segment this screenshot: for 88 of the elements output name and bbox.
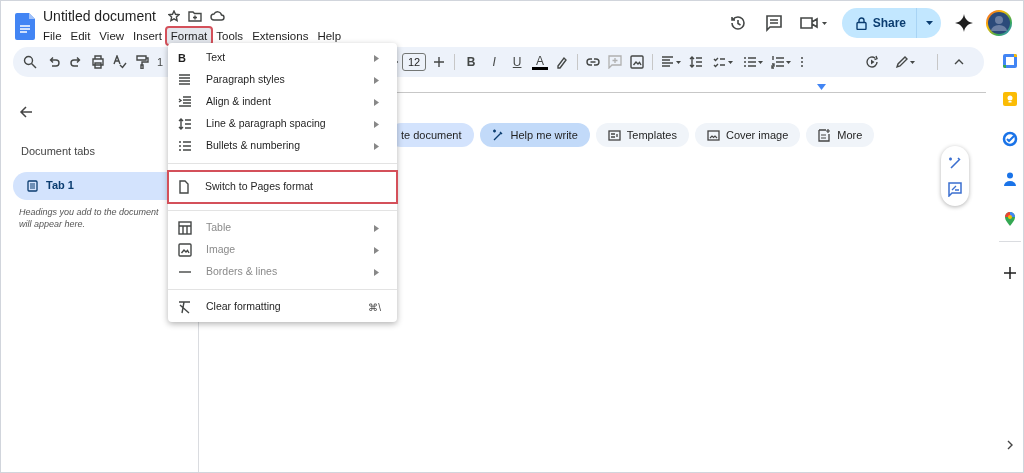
increase-font-icon[interactable] (432, 55, 447, 69)
document-title[interactable]: Untitled document (43, 9, 156, 23)
suggestion-chip[interactable]: More (806, 123, 875, 147)
lock-icon (855, 16, 867, 30)
menu-item[interactable]: Tools (212, 28, 248, 44)
line-spacing-icon (178, 117, 192, 131)
document-icon (27, 179, 38, 192)
submenu-arrow-icon (374, 76, 379, 84)
menu-item[interactable]: Extensions (248, 28, 313, 44)
menu-item[interactable]: View (95, 28, 129, 44)
menu-item[interactable]: Format (166, 28, 212, 44)
menu-item[interactable]: Paragraph styles (168, 69, 397, 91)
suggestion-chip[interactable]: Cover image (694, 123, 801, 147)
cloud-icon[interactable] (209, 10, 225, 22)
numbered-list-icon[interactable] (771, 55, 792, 69)
highlighter-icon[interactable] (555, 55, 570, 69)
submenu-arrow-icon (374, 268, 379, 276)
menu-item[interactable]: Help (313, 28, 346, 44)
comment-icon[interactable] (764, 14, 783, 32)
template-icon (607, 128, 621, 142)
table-icon (178, 221, 192, 235)
menu-item[interactable]: Edit (66, 28, 95, 44)
menu-item: Image (168, 239, 397, 261)
sidebar-heading: Document tabs (21, 144, 95, 159)
spellcheck-icon[interactable] (113, 55, 127, 69)
font-size-field[interactable]: 12 (402, 53, 427, 71)
paragraph-icon (178, 73, 192, 87)
add-icon[interactable] (1002, 266, 1017, 280)
magic-pen-icon[interactable] (947, 155, 963, 171)
underline-button[interactable]: U (509, 53, 526, 71)
folder-icon[interactable] (187, 10, 202, 22)
menu-item[interactable]: B Text (168, 47, 397, 69)
calendar-icon[interactable] (1001, 53, 1018, 69)
zoom-value[interactable]: 1 (157, 53, 164, 71)
playback-icon[interactable] (865, 55, 880, 69)
image-icon (706, 128, 720, 142)
chat-edit-icon[interactable] (947, 181, 963, 197)
image-icon (178, 243, 192, 257)
submenu-arrow-icon (374, 224, 379, 232)
submenu-arrow-icon (374, 142, 379, 150)
suggestion-chip[interactable]: Templates (595, 123, 689, 147)
sparkle-icon[interactable] (955, 14, 973, 32)
italic-button[interactable]: I (486, 53, 503, 71)
history-icon[interactable] (728, 14, 747, 32)
search-icon[interactable] (23, 55, 37, 69)
magic-pen-icon (491, 128, 505, 142)
clear-format-icon (178, 300, 192, 314)
submenu-arrow-icon (374, 98, 379, 106)
outline-hint: Headings you add to the document will appear here. (19, 205, 160, 230)
menu-item[interactable]: File (39, 28, 66, 44)
image-icon[interactable] (630, 55, 645, 69)
align-icon[interactable] (661, 55, 682, 69)
video-camera-icon[interactable] (798, 14, 827, 32)
submenu-arrow-icon (374, 120, 379, 128)
redo-icon[interactable] (69, 55, 83, 69)
bulleted-list-icon[interactable] (743, 55, 764, 69)
menu-item[interactable]: Align & indent (168, 91, 397, 113)
caret-icon (925, 21, 933, 25)
suggestion-chip[interactable]: Help me write (479, 123, 590, 147)
person-icon[interactable] (1001, 171, 1018, 187)
page-icon (177, 180, 191, 194)
menu-item: Borders & lines (168, 261, 397, 283)
indent-marker-icon[interactable] (817, 84, 826, 90)
link-icon[interactable] (586, 55, 601, 69)
bold-button[interactable]: B (463, 53, 480, 71)
line-spacing-icon[interactable] (689, 55, 704, 69)
menu-item[interactable]: Insert (129, 28, 166, 44)
undo-icon[interactable] (47, 55, 61, 69)
print-icon[interactable] (91, 55, 105, 69)
indent-icon (178, 95, 192, 109)
paint-format-icon[interactable] (135, 55, 149, 69)
submenu-arrow-icon (374, 246, 379, 254)
docs-logo-icon[interactable] (15, 12, 35, 40)
back-arrow-icon[interactable] (19, 105, 33, 119)
menu-item: Table (168, 217, 397, 239)
text-color-button[interactable]: A (532, 54, 549, 70)
bold-glyph: B (178, 50, 186, 66)
star-icon[interactable] (167, 10, 180, 22)
shortcut-text: ⌘\ (368, 300, 381, 315)
tasks-icon[interactable] (1001, 131, 1018, 147)
pencil-icon[interactable] (895, 55, 916, 69)
bulleted-list-icon (178, 139, 192, 153)
checklist-icon[interactable] (713, 55, 734, 69)
more-icon[interactable] (799, 55, 806, 69)
menu-item[interactable]: Clear formatting ⌘\ (168, 296, 397, 318)
avatar[interactable] (985, 9, 1013, 37)
add-document-icon (818, 128, 832, 142)
submenu-arrow-icon (374, 54, 379, 62)
